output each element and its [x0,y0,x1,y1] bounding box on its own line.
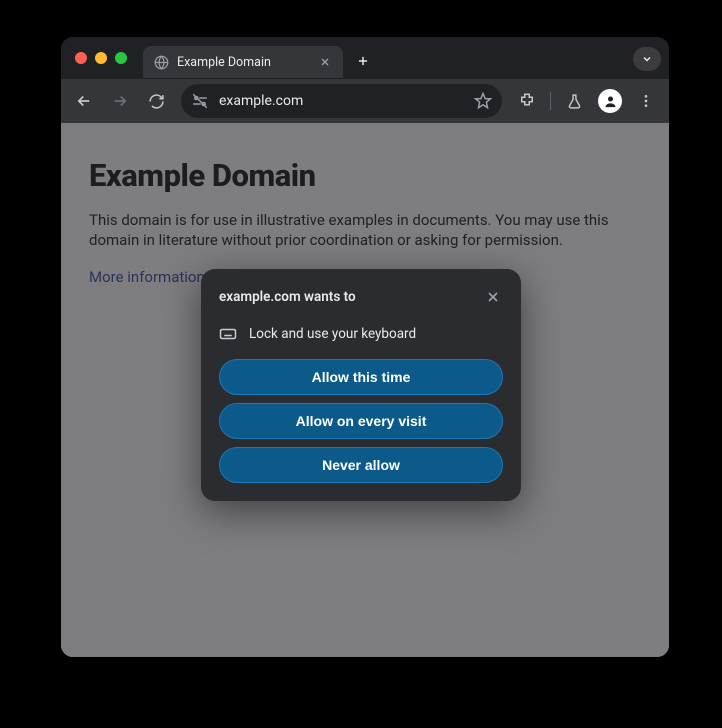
never-allow-button[interactable]: Never allow [219,447,503,483]
globe-icon [153,54,169,70]
window-maximize-button[interactable] [115,52,127,64]
allow-this-time-button[interactable]: Allow this time [219,359,503,395]
bookmark-button[interactable] [470,88,496,114]
address-bar[interactable]: example.com [181,84,502,118]
new-tab-button[interactable] [349,47,377,75]
toolbar: example.com [61,79,669,123]
url-text: example.com [219,93,460,109]
permission-request-text: Lock and use your keyboard [249,326,416,342]
permission-title: example.com wants to [219,289,356,305]
forward-button[interactable] [103,84,137,118]
permission-header: example.com wants to [219,287,503,307]
window-controls [75,52,127,64]
toolbar-separator [550,92,551,110]
allow-every-visit-button[interactable]: Allow on every visit [219,403,503,439]
tab-search-button[interactable] [633,47,661,71]
permission-request-row: Lock and use your keyboard [219,325,503,343]
window-close-button[interactable] [75,52,87,64]
tab-close-button[interactable] [317,54,333,70]
labs-button[interactable] [557,84,591,118]
browser-tab[interactable]: Example Domain [143,46,343,78]
site-settings-icon[interactable] [191,92,209,110]
extensions-button[interactable] [510,84,544,118]
menu-button[interactable] [629,84,663,118]
reload-button[interactable] [139,84,173,118]
profile-button[interactable] [593,84,627,118]
permission-close-button[interactable] [483,287,503,307]
tab-strip: Example Domain [61,37,669,79]
permission-dialog: example.com wants to Lock and use your k… [201,269,521,501]
back-button[interactable] [67,84,101,118]
keyboard-icon [219,325,237,343]
tab-title: Example Domain [177,55,309,70]
window-minimize-button[interactable] [95,52,107,64]
browser-window: Example Domain example.com [61,37,669,657]
person-icon [598,89,622,113]
